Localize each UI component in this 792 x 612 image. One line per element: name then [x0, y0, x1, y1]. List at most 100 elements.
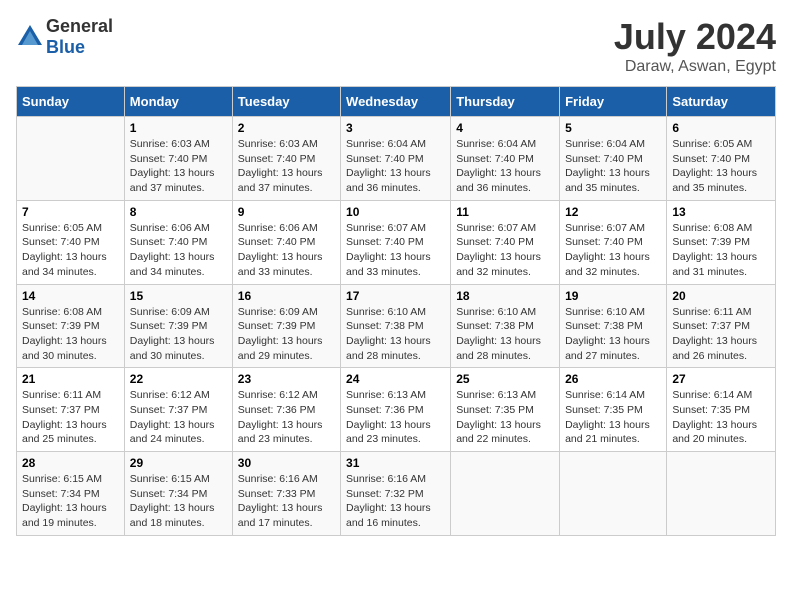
calendar-cell — [667, 452, 776, 536]
day-info: Sunrise: 6:11 AM Sunset: 7:37 PM Dayligh… — [22, 388, 119, 447]
calendar-cell: 7Sunrise: 6:05 AM Sunset: 7:40 PM Daylig… — [17, 200, 125, 284]
calendar-week-row: 1 Sunrise: 6:03 AM Sunset: 7:40 PM Daylig… — [17, 117, 776, 201]
calendar-cell — [17, 117, 125, 201]
calendar-week-row: 14Sunrise: 6:08 AM Sunset: 7:39 PM Dayli… — [17, 284, 776, 368]
day-info: Sunrise: 6:06 AM Sunset: 7:40 PM Dayligh… — [238, 221, 335, 280]
calendar-cell: 30 Sunrise: 6:16 AM Sunset: 7:33 PM Dayli… — [232, 452, 340, 536]
day-info: Sunrise: 6:16 AM Sunset: 7:33 PM Dayligh… — [238, 472, 335, 531]
column-header-saturday: Saturday — [667, 87, 776, 117]
day-number: 23 — [238, 372, 335, 386]
day-number: 30 — [238, 456, 335, 470]
column-header-thursday: Thursday — [451, 87, 560, 117]
day-number: 24 — [346, 372, 445, 386]
calendar-cell: 6 Sunrise: 6:05 AM Sunset: 7:40 PM Daylig… — [667, 117, 776, 201]
calendar-cell: 13 Sunrise: 6:08 AM Sunset: 7:39 PM Dayli… — [667, 200, 776, 284]
logo-blue-text: Blue — [46, 37, 85, 57]
column-header-sunday: Sunday — [17, 87, 125, 117]
main-title: July 2024 — [614, 16, 776, 58]
calendar-cell: 24Sunrise: 6:13 AM Sunset: 7:36 PM Dayli… — [341, 368, 451, 452]
day-info: Sunrise: 6:15 AM Sunset: 7:34 PM Dayligh… — [22, 472, 119, 531]
day-info: Sunrise: 6:04 AM Sunset: 7:40 PM Dayligh… — [346, 137, 445, 196]
title-area: July 2024 Daraw, Aswan, Egypt — [614, 16, 776, 76]
calendar-cell: 4 Sunrise: 6:04 AM Sunset: 7:40 PM Daylig… — [451, 117, 560, 201]
calendar-cell: 14Sunrise: 6:08 AM Sunset: 7:39 PM Dayli… — [17, 284, 125, 368]
day-info: Sunrise: 6:09 AM Sunset: 7:39 PM Dayligh… — [238, 305, 335, 364]
calendar-header-row: SundayMondayTuesdayWednesdayThursdayFrid… — [17, 87, 776, 117]
calendar-cell: 22Sunrise: 6:12 AM Sunset: 7:37 PM Dayli… — [124, 368, 232, 452]
calendar-cell: 31 Sunrise: 6:16 AM Sunset: 7:32 PM Dayli… — [341, 452, 451, 536]
calendar-cell — [560, 452, 667, 536]
calendar-cell: 12 Sunrise: 6:07 AM Sunset: 7:40 PM Dayli… — [560, 200, 667, 284]
column-header-friday: Friday — [560, 87, 667, 117]
calendar-cell: 25 Sunrise: 6:13 AM Sunset: 7:35 PM Dayli… — [451, 368, 560, 452]
day-number: 27 — [672, 372, 770, 386]
day-info: Sunrise: 6:15 AM Sunset: 7:34 PM Dayligh… — [130, 472, 227, 531]
calendar-cell: 17 Sunrise: 6:10 AM Sunset: 7:38 PM Dayli… — [341, 284, 451, 368]
day-number: 17 — [346, 289, 445, 303]
day-info: Sunrise: 6:04 AM Sunset: 7:40 PM Dayligh… — [565, 137, 661, 196]
calendar-cell: 26Sunrise: 6:14 AM Sunset: 7:35 PM Dayli… — [560, 368, 667, 452]
day-number: 4 — [456, 121, 554, 135]
subtitle: Daraw, Aswan, Egypt — [614, 58, 776, 76]
calendar-cell: 27 Sunrise: 6:14 AM Sunset: 7:35 PM Dayli… — [667, 368, 776, 452]
calendar-cell: 15Sunrise: 6:09 AM Sunset: 7:39 PM Dayli… — [124, 284, 232, 368]
day-number: 19 — [565, 289, 661, 303]
day-number: 8 — [130, 205, 227, 219]
calendar-table: SundayMondayTuesdayWednesdayThursdayFrid… — [16, 86, 776, 536]
calendar-cell: 5 Sunrise: 6:04 AM Sunset: 7:40 PM Daylig… — [560, 117, 667, 201]
day-info: Sunrise: 6:03 AM Sunset: 7:40 PM Dayligh… — [238, 137, 335, 196]
calendar-cell: 23 Sunrise: 6:12 AM Sunset: 7:36 PM Dayli… — [232, 368, 340, 452]
day-info: Sunrise: 6:12 AM Sunset: 7:36 PM Dayligh… — [238, 388, 335, 447]
day-info: Sunrise: 6:07 AM Sunset: 7:40 PM Dayligh… — [456, 221, 554, 280]
day-info: Sunrise: 6:10 AM Sunset: 7:38 PM Dayligh… — [456, 305, 554, 364]
calendar-week-row: 21 Sunrise: 6:11 AM Sunset: 7:37 PM Dayli… — [17, 368, 776, 452]
day-number: 6 — [672, 121, 770, 135]
day-number: 18 — [456, 289, 554, 303]
day-info: Sunrise: 6:06 AM Sunset: 7:40 PM Dayligh… — [130, 221, 227, 280]
day-number: 10 — [346, 205, 445, 219]
day-number: 20 — [672, 289, 770, 303]
day-info: Sunrise: 6:08 AM Sunset: 7:39 PM Dayligh… — [672, 221, 770, 280]
day-info: Sunrise: 6:08 AM Sunset: 7:39 PM Dayligh… — [22, 305, 119, 364]
calendar-week-row: 7Sunrise: 6:05 AM Sunset: 7:40 PM Daylig… — [17, 200, 776, 284]
day-info: Sunrise: 6:14 AM Sunset: 7:35 PM Dayligh… — [672, 388, 770, 447]
day-info: Sunrise: 6:10 AM Sunset: 7:38 PM Dayligh… — [346, 305, 445, 364]
day-number: 3 — [346, 121, 445, 135]
day-number: 5 — [565, 121, 661, 135]
day-number: 12 — [565, 205, 661, 219]
day-number: 25 — [456, 372, 554, 386]
logo-icon — [16, 23, 44, 51]
day-number: 16 — [238, 289, 335, 303]
day-number: 1 — [130, 121, 227, 135]
day-info: Sunrise: 6:10 AM Sunset: 7:38 PM Dayligh… — [565, 305, 661, 364]
day-info: Sunrise: 6:07 AM Sunset: 7:40 PM Dayligh… — [565, 221, 661, 280]
calendar-cell: 9 Sunrise: 6:06 AM Sunset: 7:40 PM Daylig… — [232, 200, 340, 284]
calendar-cell — [451, 452, 560, 536]
day-info: Sunrise: 6:16 AM Sunset: 7:32 PM Dayligh… — [346, 472, 445, 531]
column-header-tuesday: Tuesday — [232, 87, 340, 117]
calendar-cell: 2Sunrise: 6:03 AM Sunset: 7:40 PM Daylig… — [232, 117, 340, 201]
calendar-body: 1 Sunrise: 6:03 AM Sunset: 7:40 PM Daylig… — [17, 117, 776, 536]
calendar-cell: 1 Sunrise: 6:03 AM Sunset: 7:40 PM Daylig… — [124, 117, 232, 201]
day-number: 9 — [238, 205, 335, 219]
day-number: 11 — [456, 205, 554, 219]
calendar-cell: 10Sunrise: 6:07 AM Sunset: 7:40 PM Dayli… — [341, 200, 451, 284]
day-info: Sunrise: 6:03 AM Sunset: 7:40 PM Dayligh… — [130, 137, 227, 196]
day-number: 21 — [22, 372, 119, 386]
day-number: 29 — [130, 456, 227, 470]
day-info: Sunrise: 6:05 AM Sunset: 7:40 PM Dayligh… — [22, 221, 119, 280]
column-header-wednesday: Wednesday — [341, 87, 451, 117]
day-info: Sunrise: 6:11 AM Sunset: 7:37 PM Dayligh… — [672, 305, 770, 364]
day-info: Sunrise: 6:13 AM Sunset: 7:35 PM Dayligh… — [456, 388, 554, 447]
logo-general-text: General — [46, 16, 113, 36]
calendar-cell: 18 Sunrise: 6:10 AM Sunset: 7:38 PM Dayli… — [451, 284, 560, 368]
column-header-monday: Monday — [124, 87, 232, 117]
day-info: Sunrise: 6:09 AM Sunset: 7:39 PM Dayligh… — [130, 305, 227, 364]
day-info: Sunrise: 6:05 AM Sunset: 7:40 PM Dayligh… — [672, 137, 770, 196]
calendar-week-row: 28Sunrise: 6:15 AM Sunset: 7:34 PM Dayli… — [17, 452, 776, 536]
day-info: Sunrise: 6:04 AM Sunset: 7:40 PM Dayligh… — [456, 137, 554, 196]
day-number: 13 — [672, 205, 770, 219]
logo: General Blue — [16, 16, 113, 58]
calendar-cell: 20 Sunrise: 6:11 AM Sunset: 7:37 PM Dayli… — [667, 284, 776, 368]
day-number: 31 — [346, 456, 445, 470]
